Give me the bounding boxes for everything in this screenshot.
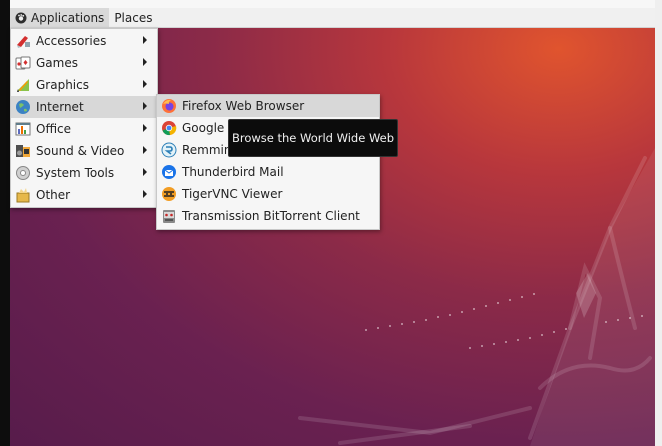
system-tools-icon (15, 165, 31, 181)
games-icon (15, 55, 31, 71)
accessories-icon (15, 33, 31, 49)
app-label: TigerVNC Viewer (182, 187, 283, 201)
graphics-icon (15, 77, 31, 93)
firefox-tooltip: Browse the World Wide Web (228, 119, 398, 157)
submenu-arrow-icon (143, 146, 147, 154)
category-sound-video[interactable]: Sound & Video (11, 140, 157, 162)
tigervnc-icon (161, 186, 177, 202)
category-label: System Tools (36, 166, 115, 180)
submenu-arrow-icon (143, 36, 147, 44)
submenu-arrow-icon (143, 80, 147, 88)
screen-left-edge (0, 0, 10, 446)
sound-video-icon (15, 143, 31, 159)
submenu-arrow-icon (143, 58, 147, 66)
category-label: Other (36, 188, 71, 202)
places-menu-label: Places (114, 10, 153, 25)
top-panel: Applications Places (10, 8, 655, 28)
office-icon (15, 121, 31, 137)
applications-menu[interactable]: Applications (10, 8, 110, 27)
tooltip-text: Browse the World Wide Web (231, 131, 395, 145)
internet-icon (15, 99, 31, 115)
applications-dropdown: Accessories Games Graphics Internet Offi… (10, 28, 158, 208)
submenu-arrow-icon (143, 124, 147, 132)
submenu-arrow-icon (143, 190, 147, 198)
internet-submenu: Firefox Web Browser Google Chrome Remmin… (156, 94, 380, 230)
screen-right-edge (655, 0, 662, 446)
app-tigervnc[interactable]: TigerVNC Viewer (157, 183, 379, 205)
other-icon (15, 187, 31, 203)
app-transmission[interactable]: Transmission BitTorrent Client (157, 205, 379, 227)
category-label: Graphics (36, 78, 89, 92)
app-thunderbird[interactable]: Thunderbird Mail (157, 161, 379, 183)
category-label: Games (36, 56, 78, 70)
category-accessories[interactable]: Accessories (11, 30, 157, 52)
category-label: Sound & Video (36, 144, 125, 158)
remmina-icon (161, 142, 177, 158)
app-label: Thunderbird Mail (182, 165, 284, 179)
category-internet[interactable]: Internet (11, 96, 157, 118)
category-graphics[interactable]: Graphics (11, 74, 157, 96)
category-other[interactable]: Other (11, 184, 157, 206)
applications-menu-label: Applications (31, 10, 105, 25)
screen-top-edge (0, 0, 662, 8)
thunderbird-icon (161, 164, 177, 180)
screen: Applications Places Accessories Games Gr… (0, 0, 662, 446)
submenu-arrow-icon (143, 168, 147, 176)
chrome-icon (161, 120, 177, 136)
category-system-tools[interactable]: System Tools (11, 162, 157, 184)
submenu-arrow-icon (143, 102, 147, 110)
category-label: Accessories (36, 34, 107, 48)
category-label: Office (36, 122, 72, 136)
category-office[interactable]: Office (11, 118, 157, 140)
category-label: Internet (36, 100, 84, 114)
gnome-foot-icon (15, 12, 27, 24)
app-firefox[interactable]: Firefox Web Browser (157, 95, 379, 117)
app-label: Firefox Web Browser (182, 99, 305, 113)
app-label: Transmission BitTorrent Client (182, 209, 360, 223)
places-menu[interactable]: Places (109, 8, 157, 27)
transmission-icon (161, 208, 177, 224)
category-games[interactable]: Games (11, 52, 157, 74)
firefox-icon (161, 98, 177, 114)
